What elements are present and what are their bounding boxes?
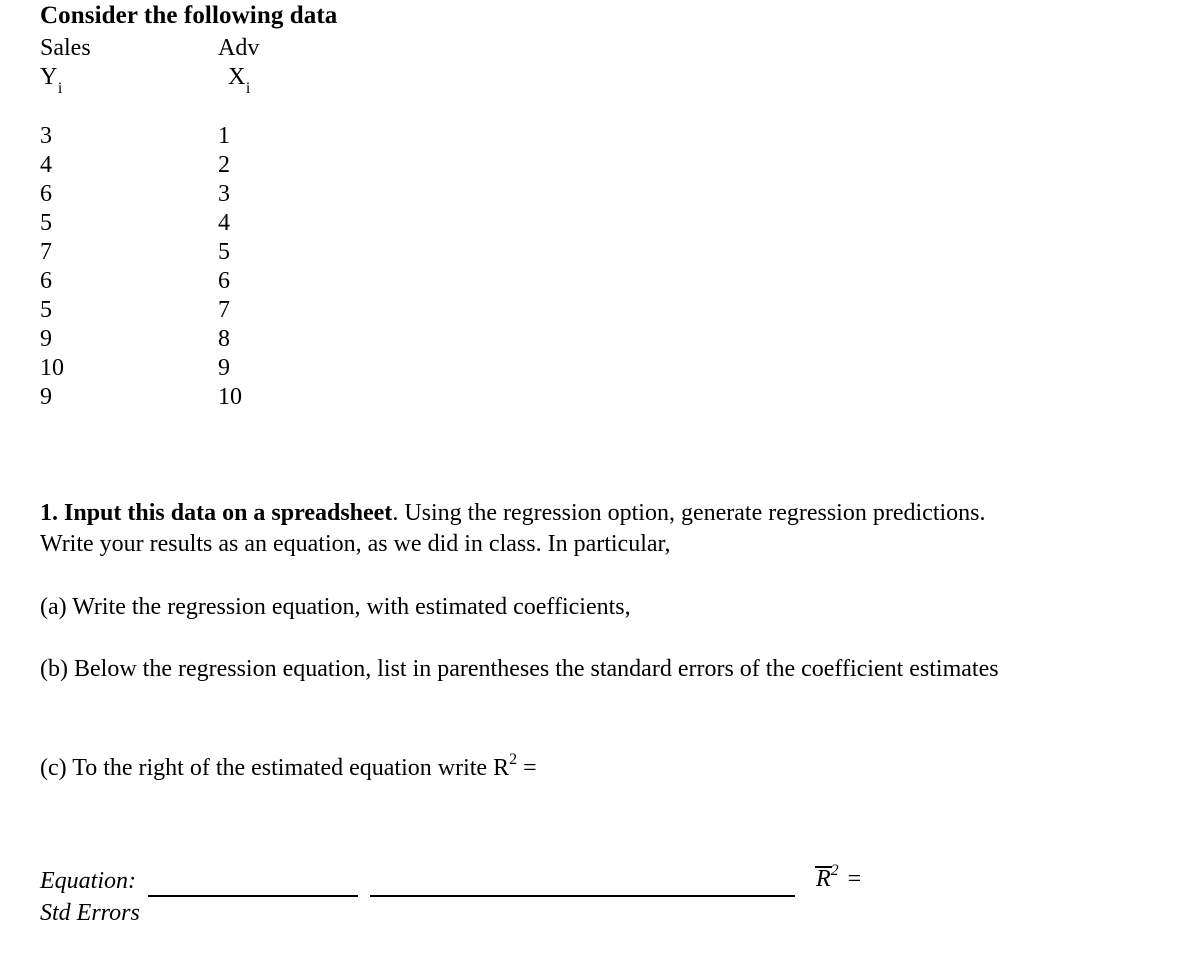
cell-x: 7 [218,297,230,323]
question-1: 1. Input this data on a spreadsheet. Usi… [40,498,1015,560]
table-row: 4 2 [40,151,370,180]
cell-x: 4 [218,210,230,236]
column-header-sales: Sales [40,35,91,61]
cell-x: 6 [218,268,230,294]
cell-x: 10 [218,384,242,410]
cell-x: 2 [218,152,230,178]
answer-blank-line-1[interactable] [148,895,358,897]
column-symbol-y: Yi [40,63,62,100]
page-title: Consider the following data [40,2,338,29]
question-1a: (a) Write the regression equation, with … [40,594,631,620]
symbol-y-base: Y [40,64,58,90]
symbol-y-subscript: i [57,79,63,97]
symbol-x-base: X [228,64,246,90]
cell-y: 6 [40,268,52,294]
table-symbol-row: Yi Xi [40,63,370,97]
cell-x: 9 [218,355,230,381]
cell-y: 10 [40,355,64,381]
question-1-bold-lead: 1. Input this data on a spreadsheet [40,500,393,526]
question-1b: (b) Below the regression equation, list … [40,656,999,682]
cell-y: 4 [40,152,52,178]
table-row: 5 7 [40,296,370,325]
answer-area: Equation: Std Errors R2 = [0,862,1200,942]
r-bar-superscript: 2 [830,862,839,879]
r-bar-equals: = [847,866,862,892]
cell-y: 9 [40,326,52,352]
table-row: 9 8 [40,325,370,354]
table-header-row: Sales Adv [40,34,370,63]
answer-blank-line-2[interactable] [370,895,795,897]
cell-y: 5 [40,210,52,236]
table-row: 3 1 [40,122,370,151]
cell-x: 8 [218,326,230,352]
table-row: 10 9 [40,354,370,383]
equation-label: Equation: [40,868,136,894]
symbol-x-subscript: i [245,79,251,97]
document-page: Consider the following data Sales Adv Yi… [0,0,1200,961]
question-1c-superscript: 2 [509,751,518,768]
r-bar-symbol: R [815,866,832,892]
cell-x: 1 [218,123,230,149]
std-errors-label: Std Errors [40,900,140,926]
table-row: 7 5 [40,238,370,267]
column-header-adv: Adv [218,35,260,61]
cell-y: 6 [40,181,52,207]
table-row: 6 6 [40,267,370,296]
table-row: 9 10 [40,383,370,412]
cell-y: 9 [40,384,52,410]
question-1c-tail: = [517,755,537,781]
r-squared-label: R2 = [815,862,862,893]
question-1c: (c) To the right of the estimated equati… [40,746,1015,784]
cell-y: 3 [40,123,52,149]
data-table: Sales Adv Yi Xi 3 1 4 2 6 3 5 4 7 5 6 6 … [40,34,370,412]
cell-y: 7 [40,239,52,265]
table-row: 5 4 [40,209,370,238]
cell-y: 5 [40,297,52,323]
cell-x: 5 [218,239,230,265]
cell-x: 3 [218,181,230,207]
column-symbol-x: Xi [228,63,250,100]
question-1c-text: (c) To the right of the estimated equati… [40,755,510,781]
table-spacer [40,92,370,122]
table-row: 6 3 [40,180,370,209]
